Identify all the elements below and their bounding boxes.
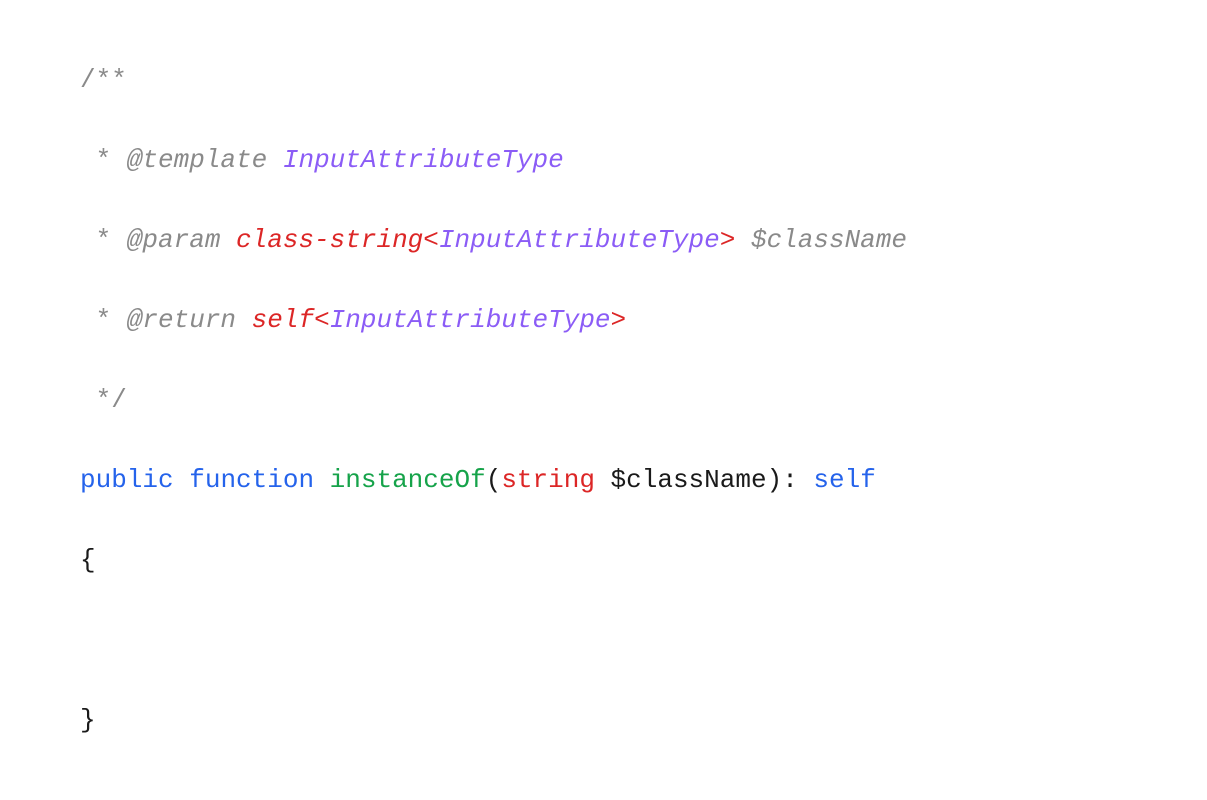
code-line-3: * @param class-string<InputAttributeType… — [80, 200, 1207, 280]
keyword-function: function — [189, 465, 314, 495]
brace-open: { — [80, 545, 96, 575]
code-line-4: * @return self<InputAttributeType> — [80, 280, 1207, 360]
doc-close: */ — [80, 385, 127, 415]
doc-prefix: * — [80, 305, 127, 335]
doc-tag-template: @template — [127, 145, 267, 175]
code-line-2: * @template InputAttributeType — [80, 120, 1207, 200]
generic-type: InputAttributeType — [439, 225, 720, 255]
space — [236, 305, 252, 335]
code-line-7: { — [80, 520, 1207, 600]
space — [314, 465, 330, 495]
param-type: class-string — [236, 225, 423, 255]
brace-close: } — [80, 705, 96, 735]
template-type: InputAttributeType — [283, 145, 564, 175]
param-name: $className — [611, 465, 767, 495]
code-line-6: public function instanceOf(string $class… — [80, 440, 1207, 520]
space — [174, 465, 190, 495]
doc-prefix: * — [80, 145, 127, 175]
doc-tag-return: @return — [127, 305, 236, 335]
doc-tag-param: @param — [127, 225, 221, 255]
return-type: self — [252, 305, 314, 335]
colon: : — [782, 465, 813, 495]
param-var: $className — [751, 225, 907, 255]
angle-open: < — [314, 305, 330, 335]
paren-open: ( — [486, 465, 502, 495]
keyword-public: public — [80, 465, 174, 495]
return-type-hint: self — [813, 465, 875, 495]
doc-prefix: * — [80, 225, 127, 255]
space — [735, 225, 751, 255]
code-block: /** * @template InputAttributeType * @pa… — [80, 40, 1207, 760]
space — [220, 225, 236, 255]
function-name: instanceOf — [330, 465, 486, 495]
angle-close: > — [720, 225, 736, 255]
space — [595, 465, 611, 495]
code-line-8 — [80, 600, 1207, 680]
doc-open: /** — [80, 65, 127, 95]
param-type-hint: string — [501, 465, 595, 495]
generic-type: InputAttributeType — [330, 305, 611, 335]
space — [267, 145, 283, 175]
angle-open: < — [423, 225, 439, 255]
angle-close: > — [611, 305, 627, 335]
empty-line — [80, 625, 96, 655]
code-line-9: } — [80, 680, 1207, 760]
paren-close: ) — [767, 465, 783, 495]
code-line-1: /** — [80, 40, 1207, 120]
code-line-5: */ — [80, 360, 1207, 440]
